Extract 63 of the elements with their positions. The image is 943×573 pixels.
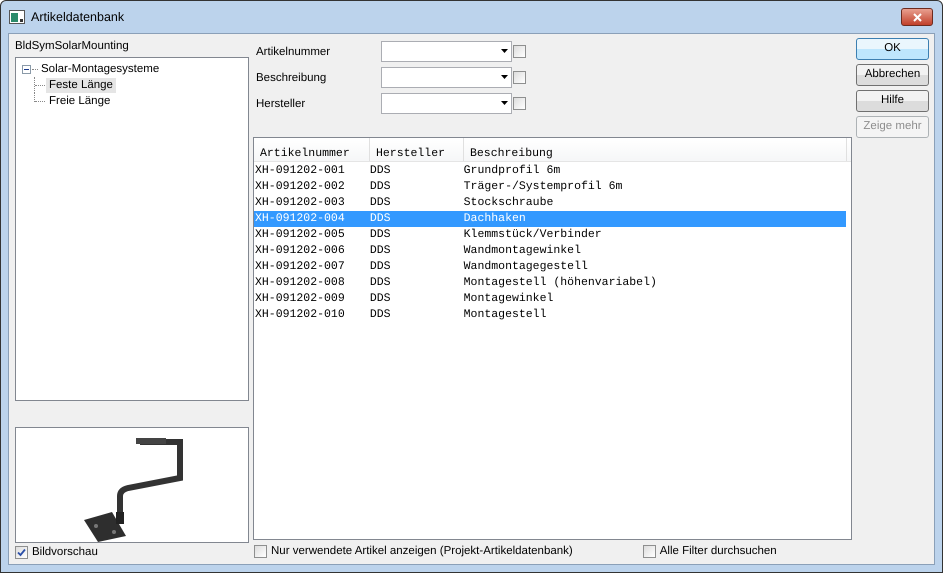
checkbox[interactable] <box>513 44 526 58</box>
dialog-button[interactable]: Hilfe <box>856 90 929 112</box>
table-cell-text: Montagestell (höhenvariabel) <box>464 275 658 291</box>
checkbox[interactable] <box>642 545 656 558</box>
window-title: Artikeldatenbank <box>31 8 124 26</box>
table-cell-text: Wandmontagegestell <box>464 259 589 275</box>
table-cell-text: XH-091202-002 <box>254 179 346 195</box>
table-cell-text: DDS <box>370 291 392 307</box>
checkbox-label: Bildvorschau <box>32 545 98 560</box>
table-cell-text: XH-091202-005 <box>254 227 346 243</box>
table-cell-text: DDS <box>370 259 392 275</box>
checkbox[interactable] <box>15 546 28 560</box>
table-cell-text: Wandmontagewinkel <box>464 243 582 259</box>
collapse-icon[interactable] <box>22 64 31 74</box>
filter-combo[interactable] <box>381 92 512 114</box>
table-cell-text: Stockschraube <box>464 195 554 211</box>
column-header[interactable]: Hersteller <box>370 138 464 161</box>
table-cell-text: DDS <box>370 195 392 211</box>
table-cell-text: DDS <box>370 163 392 179</box>
filter-label: Hersteller <box>255 97 306 112</box>
tree-item[interactable]: Feste Länge <box>46 78 116 93</box>
table-cell-text: XH-091202-007 <box>254 259 346 275</box>
dialog-button[interactable]: Abbrechen <box>856 64 929 86</box>
table-cell-text: XH-091202-006 <box>254 243 346 259</box>
column-header[interactable]: Beschreibung <box>464 138 847 161</box>
table-cell-text: DDS <box>370 275 392 291</box>
checkbox[interactable] <box>513 96 526 110</box>
window-icon <box>9 10 25 24</box>
checkbox[interactable] <box>513 70 526 84</box>
tree-item[interactable]: Freie Länge <box>46 94 114 109</box>
table-cell-text: XH-091202-003 <box>254 195 346 211</box>
filter-combo[interactable] <box>381 66 512 88</box>
tree-label: BldSymSolarMounting <box>15 39 129 54</box>
table-cell-text: Träger-/Systemprofil 6m <box>464 179 624 195</box>
table-cell-text: XH-091202-001 <box>254 163 346 179</box>
table-cell-text: XH-091202-010 <box>254 307 346 323</box>
close-icon <box>912 12 922 22</box>
table-cell-text: DDS <box>370 227 392 243</box>
filter-label: Beschreibung <box>255 71 328 86</box>
checkbox[interactable] <box>254 545 267 558</box>
column-header[interactable]: Artikelnummer <box>254 138 370 161</box>
filter-label: Artikelnummer <box>255 45 332 60</box>
table-cell-text: XH-091202-008 <box>254 275 346 291</box>
dropdown-arrow-icon <box>501 75 508 79</box>
table-cell-text: DDS <box>370 179 392 195</box>
dropdown-arrow-icon <box>501 101 508 105</box>
table-cell-text: DDS <box>370 211 392 227</box>
table-cell-text: XH-091202-004 <box>254 211 346 227</box>
table-cell-text: XH-091202-009 <box>254 291 346 307</box>
table-cell-text: Montagewinkel <box>464 291 554 307</box>
table-cell-text: DDS <box>370 243 392 259</box>
table-cell-text: DDS <box>370 307 392 323</box>
table-cell-text: Klemmstück/Verbinder <box>464 227 603 243</box>
dialog-button[interactable]: OK <box>856 38 929 60</box>
checkbox-label: Alle Filter durchsuchen <box>660 544 777 559</box>
filter-combo[interactable] <box>381 40 512 62</box>
tree-item[interactable]: Solar-Montagesysteme <box>38 62 162 77</box>
checkbox-label: Nur verwendete Artikel anzeigen (Projekt-Artikeldatenbank) <box>271 544 573 559</box>
close-button[interactable] <box>901 8 933 26</box>
dropdown-arrow-icon <box>501 49 508 53</box>
table-cell-text: Grundprofil 6m <box>464 163 562 179</box>
table-cell-text: Montagestell <box>464 307 548 323</box>
table-cell-text: Dachhaken <box>464 211 527 227</box>
